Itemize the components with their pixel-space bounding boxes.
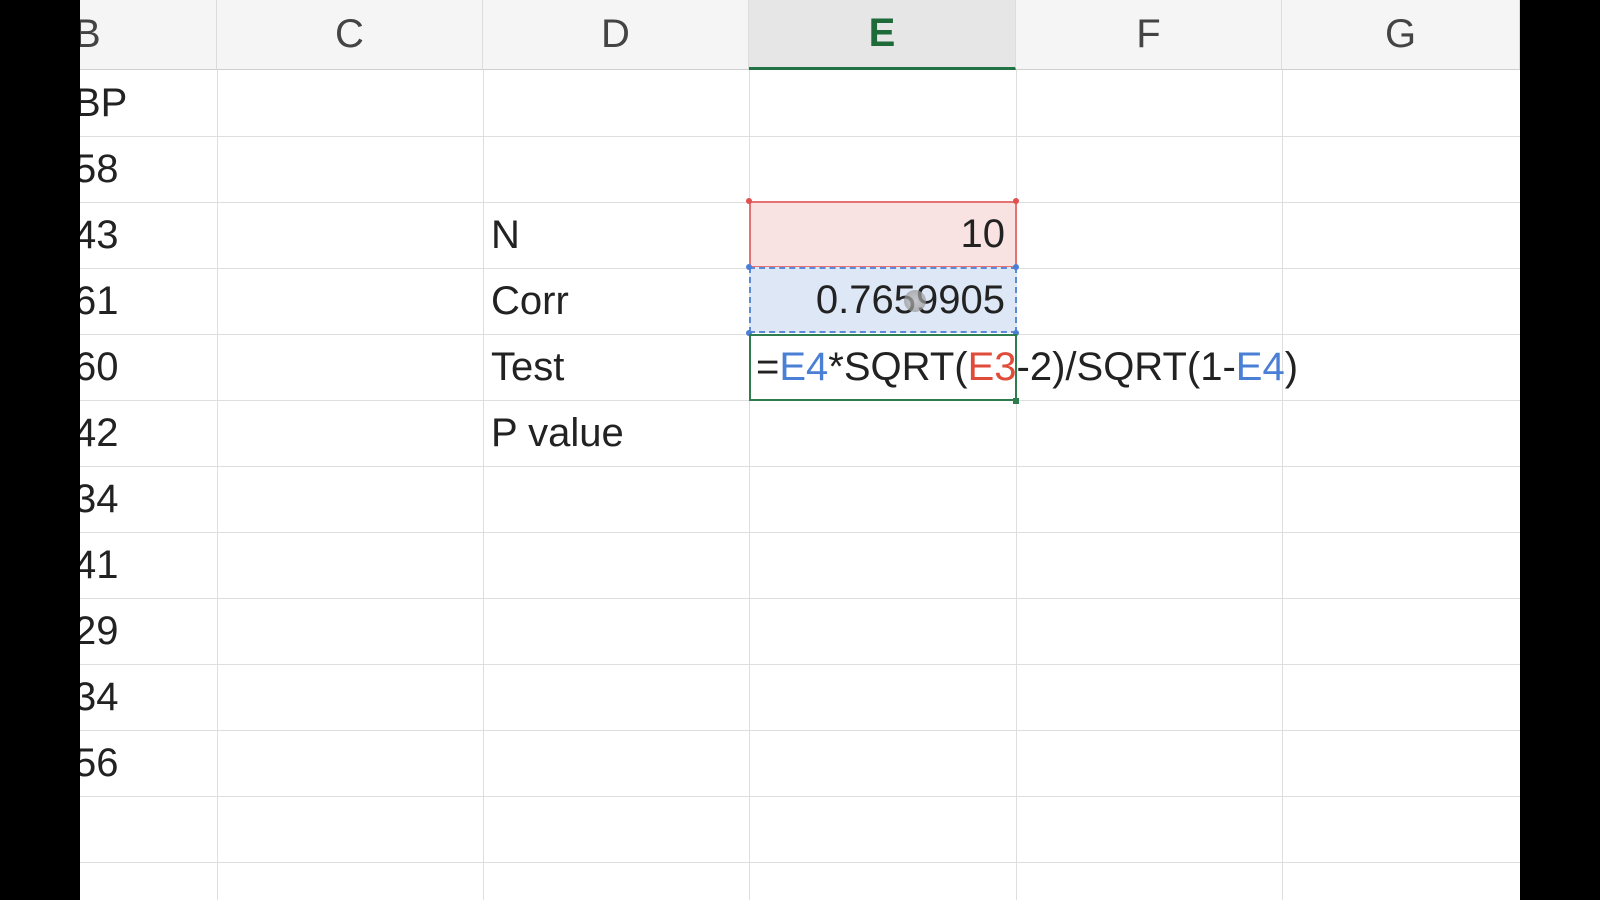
column-header-c[interactable]: C <box>217 0 483 70</box>
gridline <box>1016 70 1017 900</box>
gridline <box>80 664 1520 665</box>
cell-d5-label-test[interactable]: Test <box>483 334 749 400</box>
column-header-label: C <box>335 12 364 56</box>
gridline <box>1282 70 1283 900</box>
formula-ref-e3: E3 <box>967 345 1017 389</box>
column-header-label: E <box>868 11 896 55</box>
cell-b5[interactable]: 60 <box>80 334 204 400</box>
column-header-d[interactable]: D <box>483 0 749 70</box>
formula-ref-e4: E4 <box>1235 345 1285 389</box>
column-header-label: D <box>601 12 630 56</box>
column-header-b[interactable]: B <box>80 0 217 70</box>
cell-b8[interactable]: 41 <box>80 532 204 598</box>
gridline <box>80 796 1520 797</box>
gridline <box>80 532 1520 533</box>
ref-handle[interactable] <box>746 198 752 204</box>
column-header-g[interactable]: G <box>1282 0 1520 70</box>
cell-d6-label-p-value[interactable]: P value <box>483 400 749 466</box>
column-header-f[interactable]: F <box>1016 0 1282 70</box>
ref-handle[interactable] <box>1013 198 1019 204</box>
formula-eq: = <box>756 345 780 389</box>
column-header-label: G <box>1384 12 1417 56</box>
column-header-e[interactable]: E <box>749 0 1016 70</box>
cell-b7[interactable]: 34 <box>80 466 204 532</box>
gridline <box>80 466 1520 467</box>
column-header-label: F <box>1136 12 1161 56</box>
gridline <box>483 70 484 900</box>
cell-b6[interactable]: 42 <box>80 400 204 466</box>
formula-part: *SQRT( <box>828 345 968 389</box>
gridline <box>80 862 1520 863</box>
ref-handle[interactable] <box>746 264 752 270</box>
cell-b4[interactable]: 61 <box>80 268 204 334</box>
gridline <box>80 730 1520 731</box>
ref-handle[interactable] <box>1013 264 1019 270</box>
mouse-cursor-icon <box>904 290 926 312</box>
gridline <box>80 136 1520 137</box>
cell-e4-corr-value[interactable]: 0.7659905 <box>749 267 1017 333</box>
cell-b2[interactable]: 58 <box>80 136 204 202</box>
gridline <box>749 70 750 900</box>
cell-e3-n-value[interactable]: 10 <box>749 201 1017 268</box>
gridline <box>217 70 218 900</box>
cell-b1[interactable]: BP <box>80 70 204 136</box>
formula-text[interactable]: = E4 *SQRT(E3 -2)/SQRT(1- E4) <box>756 334 1298 401</box>
gridline <box>80 598 1520 599</box>
cell-b10[interactable]: 34 <box>80 664 204 730</box>
formula-ref-e4: E4 <box>779 345 829 389</box>
cell-b11[interactable]: 56 <box>80 730 204 796</box>
cell-b9[interactable]: 29 <box>80 598 204 664</box>
formula-part: -2)/SQRT(1- <box>1016 345 1236 389</box>
cell-d3-label-n[interactable]: N <box>483 202 749 268</box>
cell-d4-label-corr[interactable]: Corr <box>483 268 749 334</box>
formula-part: ) <box>1284 345 1299 389</box>
spreadsheet-grid[interactable]: B C D E F G BP 58 43 61 60 42 34 41 29 3… <box>80 0 1520 900</box>
cell-b3[interactable]: 43 <box>80 202 204 268</box>
column-header-label: B <box>80 12 101 56</box>
